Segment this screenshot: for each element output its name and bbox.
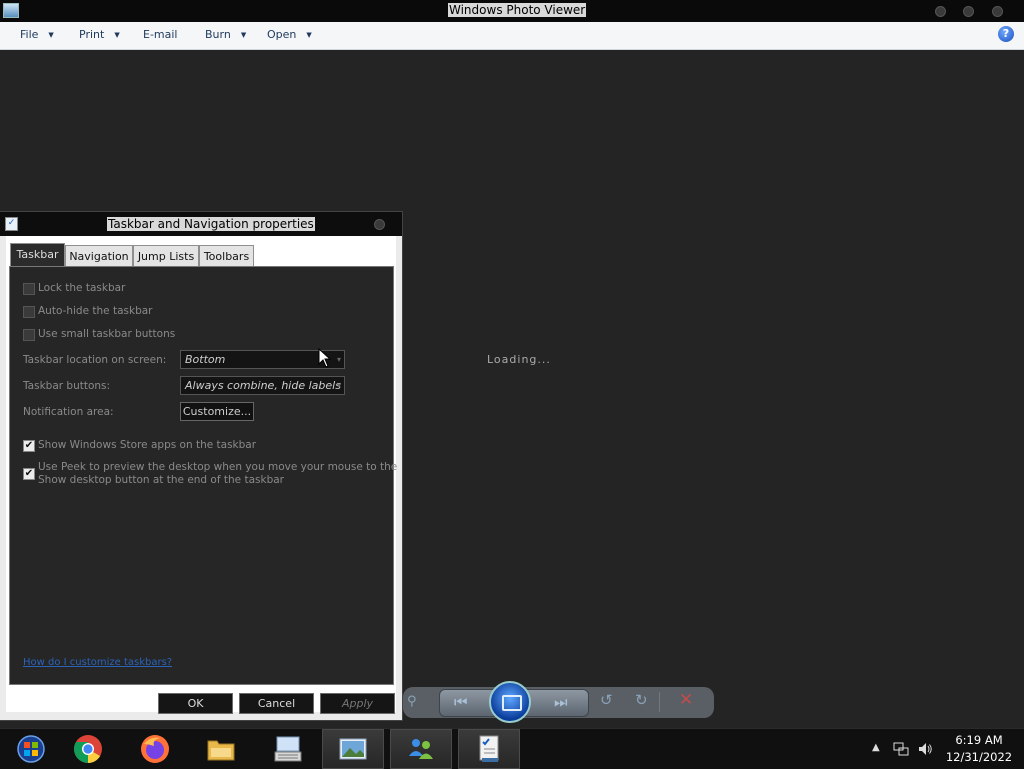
checklist-icon [479,735,499,762]
photo-viewer-controls: ⚲ ⏮ ⏭ ↺ ↻ ✕ [403,681,714,723]
dialog-close-button[interactable] [374,219,385,230]
chevron-down-icon: ▼ [306,31,312,39]
taskbar-properties-dialog: ✓ Taskbar and Navigation properties Task… [0,212,402,720]
menu-print[interactable]: Print ▼ [79,28,120,41]
store-apps-label: Show Windows Store apps on the taskbar [38,439,257,451]
peek-label-line2: Show desktop button at the end of the ta… [38,474,284,486]
chevron-down-icon: ▼ [48,31,54,39]
next-icon[interactable]: ⏭ [554,693,568,711]
menu-file[interactable]: File ▼ [20,28,54,41]
lock-taskbar-checkbox[interactable] [23,283,35,295]
show-hidden-icons-button[interactable]: ▲ [872,742,880,753]
menu-open-label: Open [267,28,297,41]
taskbar-buttons-select[interactable]: Always combine, hide labels ▾ [180,376,345,395]
rotate-clockwise-icon[interactable]: ↻ [635,691,648,709]
minimize-button[interactable] [935,6,946,17]
maximize-button[interactable] [963,6,974,17]
clock-date: 12/31/2022 [945,750,1013,764]
menu-file-label: File [20,28,39,41]
menu-email-label: E-mail [143,28,178,41]
photo-viewer-menubar: File ▼ Print ▼ E-mail Burn ▼ Open ▼ [0,22,1024,50]
windows-logo-icon [17,735,45,763]
customize-help-link[interactable]: How do I customize taskbars? [23,657,172,668]
taskbar-chrome[interactable] [57,729,119,769]
keyboard-icon [274,736,302,762]
clock-time: 6:19 AM [955,733,1003,747]
lock-taskbar-label: Lock the taskbar [38,282,126,294]
cancel-button[interactable]: Cancel [239,693,314,714]
taskbar-file-explorer[interactable] [190,729,252,769]
taskbar-photo-viewer[interactable] [322,729,384,769]
chevron-down-icon: ▼ [240,31,247,39]
taskbar-location-label: Taskbar location on screen: [23,354,167,366]
chevron-down-icon: ▼ [114,31,120,39]
slideshow-icon [502,695,522,711]
dialog-title: Taskbar and Navigation properties [107,217,315,231]
rotate-counterclockwise-icon[interactable]: ↺ [600,691,613,709]
tab-jump-lists[interactable]: Jump Lists [133,245,199,266]
taskbar-buttons-label: Taskbar buttons: [23,380,111,392]
chevron-down-icon: ▾ [336,355,341,364]
menu-open[interactable]: Open ▼ [267,28,312,41]
customize-button[interactable]: Customize... [180,402,254,421]
taskbar: ▲ [0,728,1024,769]
zoom-icon[interactable]: ⚲ [407,694,417,709]
folder-icon [207,740,235,761]
chrome-icon [74,735,102,763]
people-icon [409,739,433,759]
taskbar-buttons-value: Always combine, hide labels [185,379,341,392]
taskbar-clock[interactable]: 6:19 AM 12/31/2022 [944,732,1014,766]
small-buttons-label: Use small taskbar buttons [38,328,176,340]
menu-burn-label: Burn [205,28,231,41]
taskbar-firefox[interactable] [124,729,186,769]
photo-viewer-title: Windows Photo Viewer [448,3,587,17]
menu-print-label: Print [79,28,105,41]
store-apps-checkbox[interactable]: ✔ [23,440,35,452]
dialog-titlebar: ✓ Taskbar and Navigation properties [0,212,402,236]
peek-checkbox[interactable]: ✔ [23,468,35,480]
auto-hide-label: Auto-hide the taskbar [38,305,153,317]
volume-icon[interactable] [917,741,933,757]
previous-icon[interactable]: ⏮ [454,693,468,711]
checklist-icon: ✓ [5,217,18,231]
help-icon[interactable]: ? [998,26,1014,42]
chevron-down-icon: ▾ [336,381,341,390]
menu-email[interactable]: E-mail [143,28,178,41]
apply-button[interactable]: Apply [320,693,395,714]
photo-viewer-app-icon[interactable] [3,3,19,18]
separator [659,692,660,712]
peek-label-line1: Use Peek to preview the desktop when you… [38,461,398,473]
start-button[interactable] [0,729,62,769]
loading-status: Loading... [487,353,551,366]
taskbar-windows-live[interactable] [390,729,452,769]
small-buttons-checkbox[interactable] [23,329,35,341]
taskbar-location-value: Bottom [185,353,226,366]
tab-toolbars[interactable]: Toolbars [199,245,254,266]
auto-hide-checkbox[interactable] [23,306,35,318]
delete-icon[interactable]: ✕ [679,690,693,710]
menu-burn[interactable]: Burn ▼ [205,28,246,41]
firefox-icon [141,735,169,763]
ok-button[interactable]: OK [158,693,233,714]
photo-viewer-titlebar: Windows Photo Viewer [0,0,1024,22]
photo-viewer-icon [339,738,367,760]
mouse-cursor-icon [318,348,332,368]
network-icon[interactable] [893,741,909,757]
slideshow-button[interactable] [489,681,531,723]
tab-navigation[interactable]: Navigation [65,245,133,266]
tab-taskbar[interactable]: Taskbar [10,243,65,267]
taskbar-taskbar-properties[interactable] [458,729,520,769]
taskbar-on-screen-keyboard[interactable] [257,729,319,769]
close-button[interactable] [992,6,1003,17]
notification-area-label: Notification area: [23,406,114,418]
